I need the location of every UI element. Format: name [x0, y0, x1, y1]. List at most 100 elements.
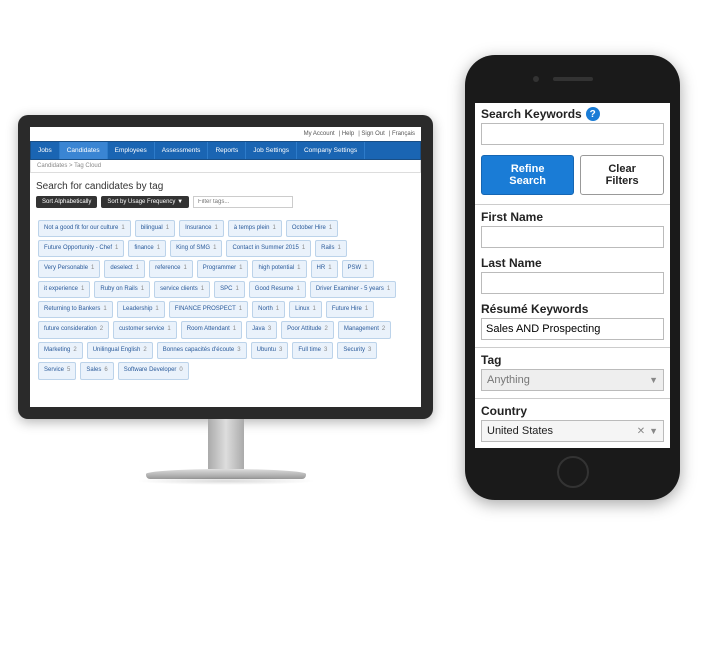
- monitor-stand: [208, 419, 244, 469]
- tag-pill[interactable]: deselect1: [104, 260, 145, 277]
- clear-x-icon[interactable]: ✕: [637, 426, 645, 437]
- phone-home-button[interactable]: [557, 456, 589, 488]
- country-select-value: United States: [487, 425, 553, 437]
- country-select-controls: ✕▼: [637, 425, 658, 437]
- tag-pill[interactable]: Rails1: [315, 240, 347, 257]
- help-icon[interactable]: ?: [586, 107, 600, 121]
- tag-pill[interactable]: Room Attendant1: [181, 321, 242, 338]
- tag-pill[interactable]: it experience1: [38, 281, 90, 298]
- search-keywords-text: Search Keywords: [481, 107, 582, 121]
- search-keywords-input[interactable]: [481, 123, 664, 145]
- nav-tab-job-settings[interactable]: Job Settings: [246, 142, 297, 159]
- refine-search-button[interactable]: Refine Search: [481, 155, 574, 195]
- tag-select-value: Anything: [487, 374, 530, 386]
- controls-row: Sort Alphabetically Sort by Usage Freque…: [30, 196, 421, 214]
- tag-pill[interactable]: Driver Examiner - 5 years1: [310, 281, 396, 298]
- tag-pill[interactable]: Ubuntu3: [251, 342, 289, 359]
- tag-pill[interactable]: Sales6: [80, 362, 113, 379]
- tag-pill[interactable]: Poor Attitude2: [281, 321, 334, 338]
- tag-select[interactable]: Anything ▼: [481, 369, 664, 391]
- top-links: My Account | Help| Sign Out | Français: [30, 127, 421, 141]
- phone-speaker: [553, 77, 593, 81]
- nav-tab-reports[interactable]: Reports: [208, 142, 246, 159]
- tag-pill[interactable]: Linux1: [289, 301, 322, 318]
- filter-tags-input[interactable]: [193, 196, 293, 208]
- tag-pill[interactable]: Very Personable1: [38, 260, 100, 277]
- tag-pill[interactable]: customer service1: [113, 321, 177, 338]
- page-title: Search for candidates by tag: [30, 173, 421, 196]
- tag-pill[interactable]: Ruby on Rails1: [94, 281, 150, 298]
- chevron-down-icon: ▼: [649, 426, 658, 436]
- tag-pill[interactable]: Future Opportunity - Chef1: [38, 240, 124, 257]
- sort-alpha-button[interactable]: Sort Alphabetically: [36, 196, 97, 208]
- breadcrumb: Candidates > Tag Cloud: [30, 160, 421, 173]
- tag-pill[interactable]: Unilingual English2: [87, 342, 153, 359]
- nav-tab-candidates[interactable]: Candidates: [60, 142, 108, 159]
- tag-pill[interactable]: Service5: [38, 362, 76, 379]
- tag-pill[interactable]: North1: [252, 301, 285, 318]
- nav-tab-company-settings[interactable]: Company Settings: [297, 142, 365, 159]
- tag-pill[interactable]: PSW1: [342, 260, 374, 277]
- top-link[interactable]: | Français: [389, 131, 415, 137]
- tag-pill[interactable]: finance1: [128, 240, 166, 257]
- tag-pill[interactable]: King of SMG1: [170, 240, 222, 257]
- top-link[interactable]: My Account: [304, 131, 335, 137]
- tag-pill[interactable]: Management2: [338, 321, 391, 338]
- phone-camera: [533, 76, 539, 82]
- tag-pill[interactable]: Programmer1: [197, 260, 249, 277]
- separator: [475, 204, 670, 205]
- top-link[interactable]: | Sign Out: [358, 131, 385, 137]
- nav-tabs: JobsCandidatesEmployeesAssessmentsReport…: [30, 141, 421, 160]
- separator: [475, 398, 670, 399]
- tag-pill[interactable]: Future Hire1: [326, 301, 374, 318]
- tag-pill[interactable]: Not a good fit for our culture1: [38, 220, 131, 237]
- tag-pill[interactable]: high potential1: [252, 260, 306, 277]
- resume-keywords-input[interactable]: [481, 318, 664, 340]
- nav-tab-jobs[interactable]: Jobs: [31, 142, 60, 159]
- tag-label: Tag: [481, 353, 664, 367]
- tag-pill[interactable]: Leadership1: [117, 301, 165, 318]
- monitor-bezel: My Account | Help| Sign Out | Français Job…: [18, 115, 433, 419]
- last-name-input[interactable]: [481, 272, 664, 294]
- desktop-screen: My Account | Help| Sign Out | Français Job…: [30, 127, 421, 407]
- nav-tab-assessments[interactable]: Assessments: [155, 142, 209, 159]
- last-name-label: Last Name: [481, 256, 664, 270]
- tag-pill[interactable]: Java3: [246, 321, 277, 338]
- phone-screen: Search Keywords ? Refine Search Clear Fi…: [475, 103, 670, 448]
- tag-pill[interactable]: reference1: [149, 260, 193, 277]
- tag-pill[interactable]: Full time3: [292, 342, 333, 359]
- tag-pill[interactable]: HR1: [311, 260, 338, 277]
- search-keywords-label: Search Keywords ?: [481, 107, 664, 121]
- tag-pill[interactable]: FINANCE PROSPECT1: [169, 301, 248, 318]
- resume-keywords-label: Résumé Keywords: [481, 302, 664, 316]
- tag-pill[interactable]: SPC1: [214, 281, 245, 298]
- tag-pill[interactable]: Security3: [337, 342, 377, 359]
- tag-pill[interactable]: Marketing2: [38, 342, 83, 359]
- clear-filters-button[interactable]: Clear Filters: [580, 155, 664, 195]
- first-name-input[interactable]: [481, 226, 664, 248]
- country-label: Country: [481, 404, 664, 418]
- tag-pill[interactable]: future consideration2: [38, 321, 109, 338]
- separator: [475, 347, 670, 348]
- phone-device: Search Keywords ? Refine Search Clear Fi…: [465, 55, 680, 500]
- button-row: Refine Search Clear Filters: [475, 149, 670, 201]
- tag-pill[interactable]: Insurance1: [179, 220, 224, 237]
- tag-pill[interactable]: bilingual1: [135, 220, 175, 237]
- tag-pill[interactable]: Contact in Summer 20151: [226, 240, 311, 257]
- chevron-down-icon: ▼: [649, 375, 658, 385]
- tags-area: Not a good fit for our culture1bilingual…: [30, 214, 421, 385]
- first-name-label: First Name: [481, 210, 664, 224]
- tag-pill[interactable]: service clients1: [154, 281, 210, 298]
- tag-pill[interactable]: Software Developer0: [118, 362, 189, 379]
- country-select[interactable]: United States ✕▼: [481, 420, 664, 442]
- sort-freq-button[interactable]: Sort by Usage Frequency ▼: [101, 196, 189, 208]
- desktop-monitor: My Account | Help| Sign Out | Français Job…: [18, 115, 433, 485]
- monitor-shadow: [136, 477, 316, 485]
- tag-pill[interactable]: Returning to Bankers1: [38, 301, 113, 318]
- tag-pill[interactable]: Good Resume1: [249, 281, 306, 298]
- tag-pill[interactable]: October Hire1: [286, 220, 338, 237]
- tag-pill[interactable]: Bonnes capacités d'écoute3: [157, 342, 247, 359]
- top-link[interactable]: | Help: [339, 131, 355, 137]
- nav-tab-employees[interactable]: Employees: [108, 142, 155, 159]
- tag-pill[interactable]: à temps plein1: [228, 220, 282, 237]
